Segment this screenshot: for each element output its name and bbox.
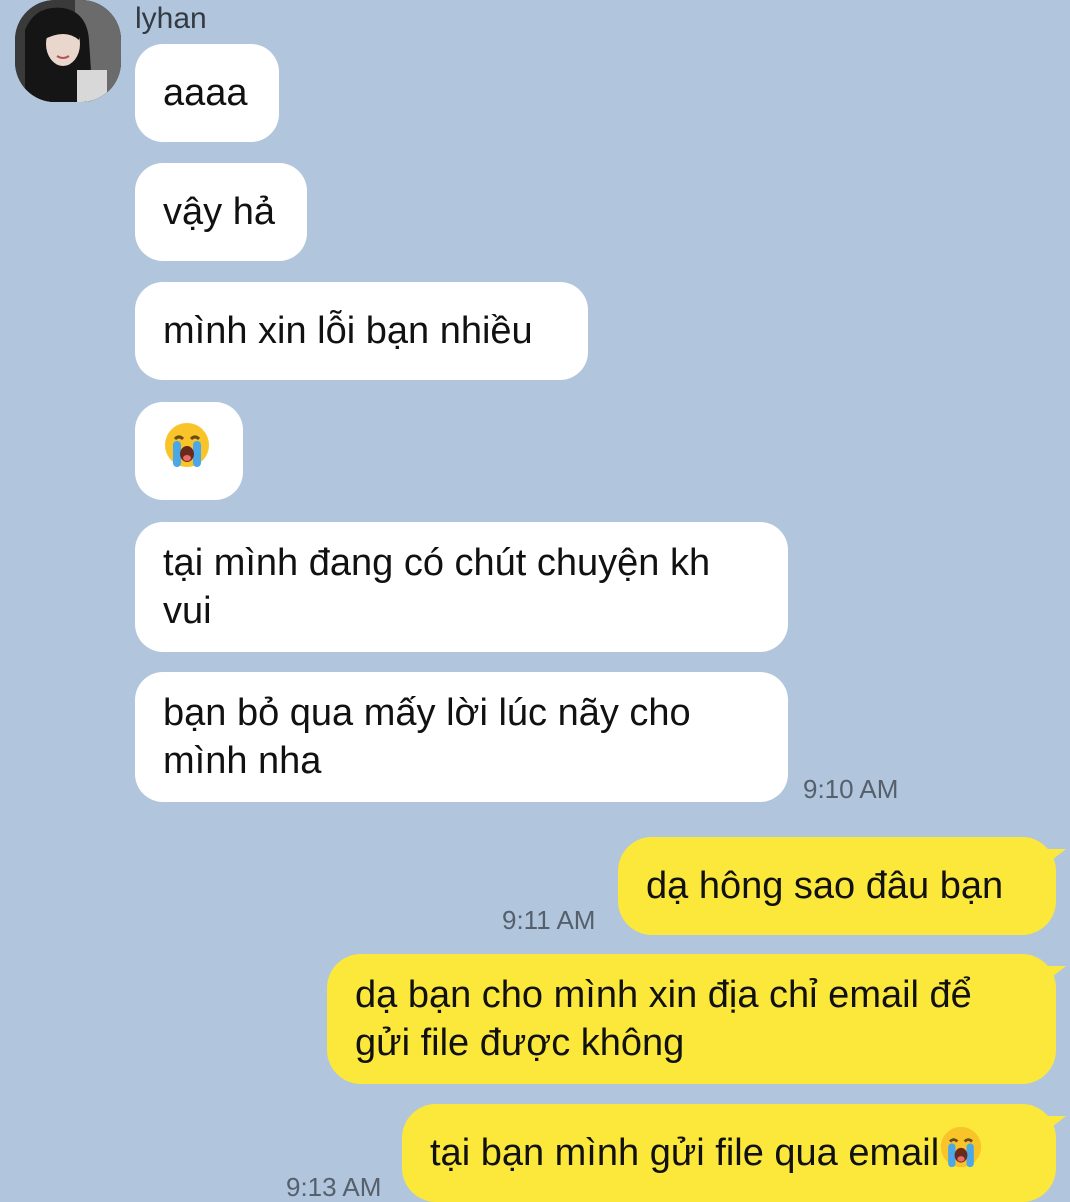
message-timestamp: 9:11 AM bbox=[502, 905, 596, 935]
message-text: bạn bỏ qua mấy lời lúc nãy cho mình nha bbox=[163, 692, 691, 782]
message-text: tại bạn mình gửi file qua email bbox=[430, 1132, 940, 1174]
message-text: vậy hả bbox=[163, 191, 275, 233]
incoming-message[interactable]: bạn bỏ qua mấy lời lúc nãy cho mình nha bbox=[135, 672, 788, 802]
message-timestamp: 9:10 AM bbox=[803, 774, 899, 804]
incoming-message[interactable]: vậy hả bbox=[135, 163, 307, 261]
outgoing-message[interactable]: tại bạn mình gửi file qua email bbox=[402, 1104, 1066, 1202]
message-text: mình xin lỗi bạn nhiều bbox=[163, 310, 533, 352]
message-text: aaaa bbox=[163, 72, 248, 114]
loudly-crying-face-icon bbox=[163, 421, 211, 481]
message-text: tại mình đang có chút chuyện kh vui bbox=[163, 542, 711, 632]
loudly-crying-face-icon bbox=[939, 1125, 983, 1181]
avatar-photo-icon bbox=[15, 0, 121, 102]
message-text: dạ bạn cho mình xin địa chỉ email để gửi… bbox=[355, 974, 972, 1064]
incoming-message[interactable] bbox=[135, 402, 243, 500]
sender-name: lyhan bbox=[135, 2, 207, 35]
message-text: dạ hông sao đâu bạn bbox=[646, 865, 1004, 907]
outgoing-message[interactable]: dạ bạn cho mình xin địa chỉ email để gửi… bbox=[327, 954, 1066, 1084]
avatar[interactable] bbox=[15, 0, 121, 102]
incoming-message[interactable]: aaaa bbox=[135, 44, 279, 142]
incoming-message[interactable]: tại mình đang có chút chuyện kh vui bbox=[135, 522, 788, 652]
incoming-message[interactable]: mình xin lỗi bạn nhiều bbox=[135, 282, 588, 380]
outgoing-message[interactable]: dạ hông sao đâu bạn bbox=[618, 837, 1066, 935]
